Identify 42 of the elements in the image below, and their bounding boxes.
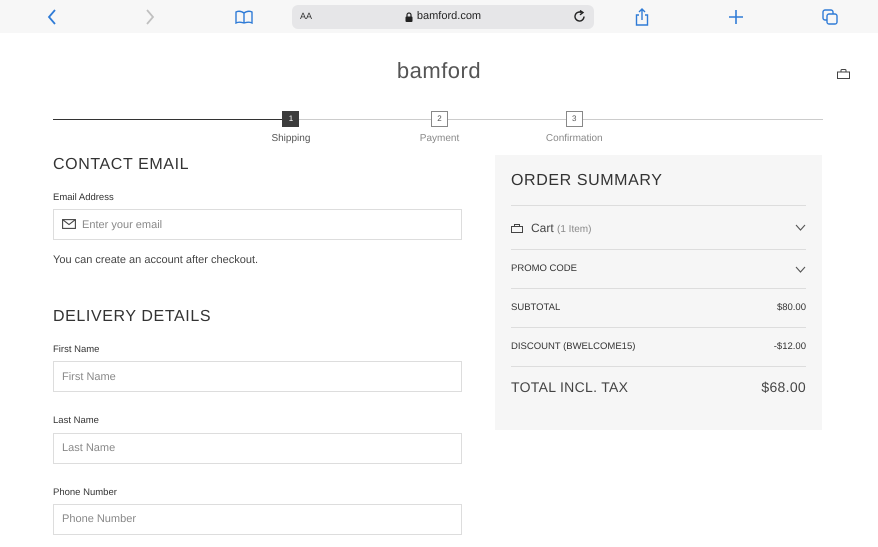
summary-value: -$12.00 (774, 340, 806, 354)
step-label[interactable]: Shipping (271, 131, 310, 146)
book-icon[interactable] (235, 10, 253, 24)
input-field[interactable]: Last Name (53, 432, 462, 464)
mail-icon (62, 219, 76, 230)
reload-icon[interactable] (574, 10, 586, 23)
step-label[interactable]: Confirmation (546, 131, 603, 146)
share-icon[interactable] (635, 8, 649, 26)
back-icon[interactable] (47, 8, 57, 24)
address-bar[interactable]: AA bamford.com (292, 4, 594, 28)
logo[interactable]: bamford (396, 54, 482, 86)
summary-label: SUBTOTAL (511, 301, 560, 316)
summary-label: DISCOUNT (BWELCOME15) (511, 340, 636, 354)
bag-icon (511, 222, 523, 233)
url-text: bamford.com (416, 9, 482, 24)
summary-heading: ORDER SUMMARY (511, 171, 664, 190)
helper-text: You can create an account after checkout. (53, 253, 260, 268)
step-label[interactable]: Payment (420, 131, 460, 146)
field-label: First Name (53, 343, 100, 358)
plus-icon[interactable] (729, 10, 743, 24)
text-size-button[interactable]: AA (300, 10, 312, 24)
chevron-icon[interactable] (795, 224, 806, 232)
lock-icon (404, 12, 413, 22)
summary-value: $80.00 (776, 301, 806, 316)
total-label: TOTAL INCL. TAX (511, 378, 628, 398)
field-label: Phone Number (53, 486, 118, 500)
total-value: $68.00 (761, 378, 806, 398)
chevron-icon[interactable] (795, 266, 806, 273)
field-label: Email Address (53, 191, 115, 206)
tabs-icon[interactable] (822, 8, 838, 24)
email-field[interactable]: Enter your email (53, 209, 462, 240)
cart-toggle[interactable]: Cart (1 Item) (531, 218, 592, 237)
field-label: Last Name (53, 414, 100, 428)
step-number[interactable]: 3 (566, 111, 583, 127)
section-heading: CONTACT EMAIL (53, 155, 190, 174)
section-heading: DELIVERY DETAILS (53, 306, 212, 326)
input-field[interactable]: Phone Number (53, 504, 462, 535)
input-field[interactable]: First Name (53, 361, 462, 392)
bag-icon[interactable] (837, 68, 850, 79)
step-number[interactable]: 1 (282, 111, 300, 127)
step-number[interactable]: 2 (431, 111, 448, 127)
promo-toggle[interactable]: PROMO CODE (511, 262, 577, 276)
